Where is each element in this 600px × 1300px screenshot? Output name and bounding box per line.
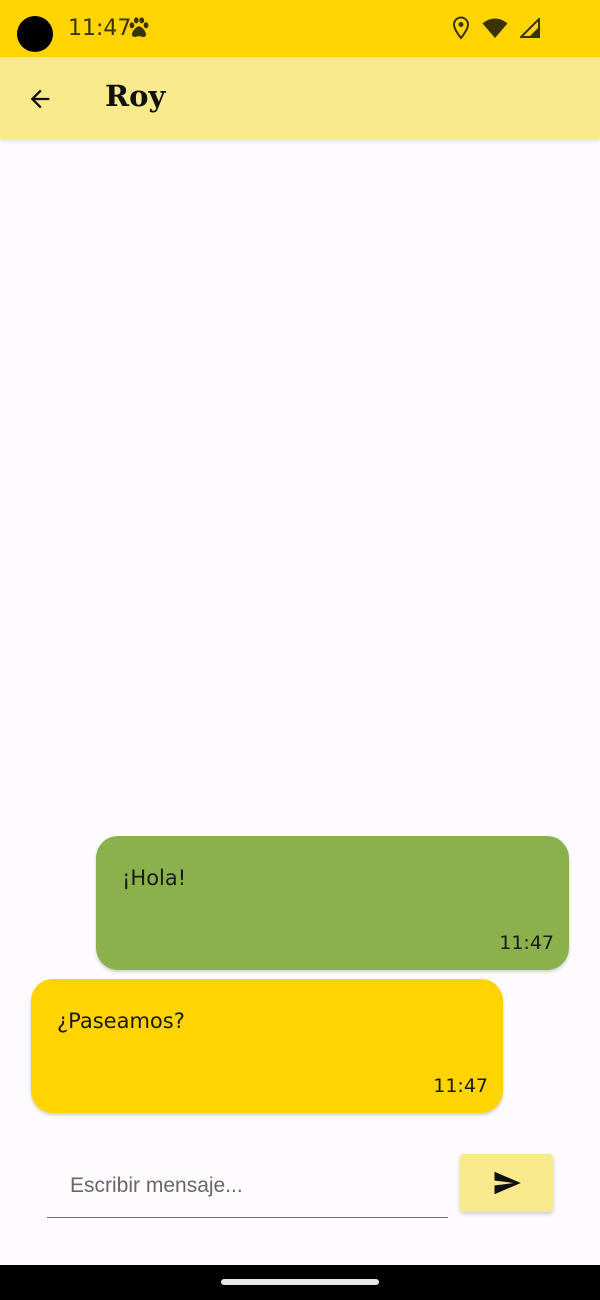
message-bubble-received[interactable]: ¿Paseamos? 11:47 bbox=[31, 979, 503, 1113]
wifi-icon bbox=[482, 18, 508, 38]
send-button[interactable] bbox=[460, 1154, 553, 1212]
home-handle[interactable] bbox=[221, 1279, 379, 1285]
chat-title: Roy bbox=[105, 79, 166, 113]
signal-icon bbox=[520, 18, 540, 38]
app-bar: Roy bbox=[0, 57, 600, 139]
status-bar: 11:47 bbox=[0, 0, 600, 57]
back-button[interactable] bbox=[18, 77, 62, 121]
camera-cutout bbox=[17, 16, 53, 52]
message-text: ¡Hola! bbox=[122, 866, 187, 890]
message-composer bbox=[0, 1140, 600, 1265]
system-navigation-bar bbox=[0, 1265, 600, 1300]
message-time: 11:47 bbox=[499, 932, 554, 954]
location-icon bbox=[452, 16, 470, 40]
status-time: 11:47 bbox=[68, 16, 132, 41]
arrow-left-icon bbox=[30, 89, 50, 109]
send-icon bbox=[494, 1171, 521, 1195]
paw-icon bbox=[129, 17, 149, 37]
message-list[interactable]: ¡Hola! 11:47 ¿Paseamos? 11:47 bbox=[0, 139, 600, 1139]
message-input[interactable] bbox=[47, 1154, 448, 1218]
message-time: 11:47 bbox=[433, 1075, 488, 1097]
message-text: ¿Paseamos? bbox=[57, 1009, 185, 1033]
message-bubble-sent[interactable]: ¡Hola! 11:47 bbox=[96, 836, 569, 970]
